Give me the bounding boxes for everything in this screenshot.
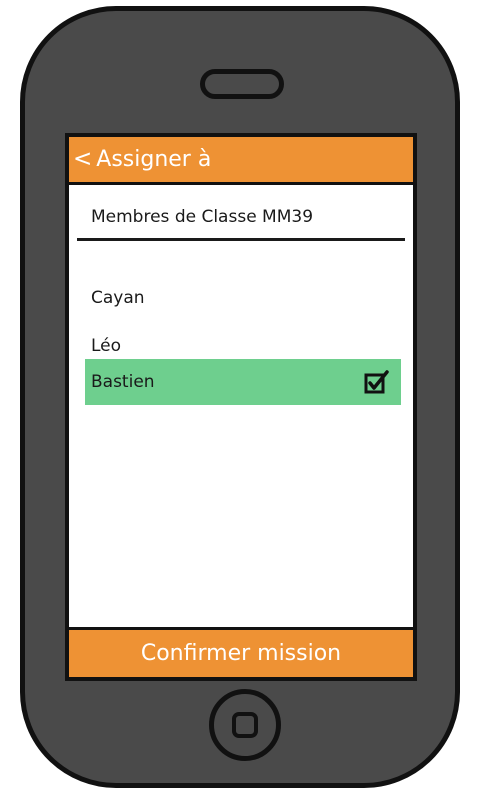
- list-header: Membres de Classe MM39: [91, 207, 314, 227]
- divider: [77, 238, 405, 241]
- home-button-icon[interactable]: [209, 689, 281, 761]
- home-square-icon: [232, 712, 258, 738]
- member-name: Bastien: [91, 372, 155, 392]
- member-item-bastien[interactable]: Bastien: [85, 359, 401, 405]
- speaker-slot: [200, 69, 284, 99]
- member-name: Léo: [91, 336, 122, 356]
- back-button[interactable]: < Assigner à: [69, 137, 413, 185]
- member-name: Cayan: [91, 288, 145, 308]
- screen: < Assigner à Membres de Classe MM39 Caya…: [65, 133, 417, 681]
- chevron-left-icon: <: [73, 146, 93, 172]
- member-item-cayan[interactable]: Cayan: [85, 275, 401, 321]
- checkbox-checked-icon[interactable]: [363, 369, 389, 395]
- confirm-mission-button[interactable]: Confirmer mission: [69, 627, 413, 677]
- page-title: Assigner à: [96, 147, 212, 172]
- phone-frame: < Assigner à Membres de Classe MM39 Caya…: [20, 6, 460, 788]
